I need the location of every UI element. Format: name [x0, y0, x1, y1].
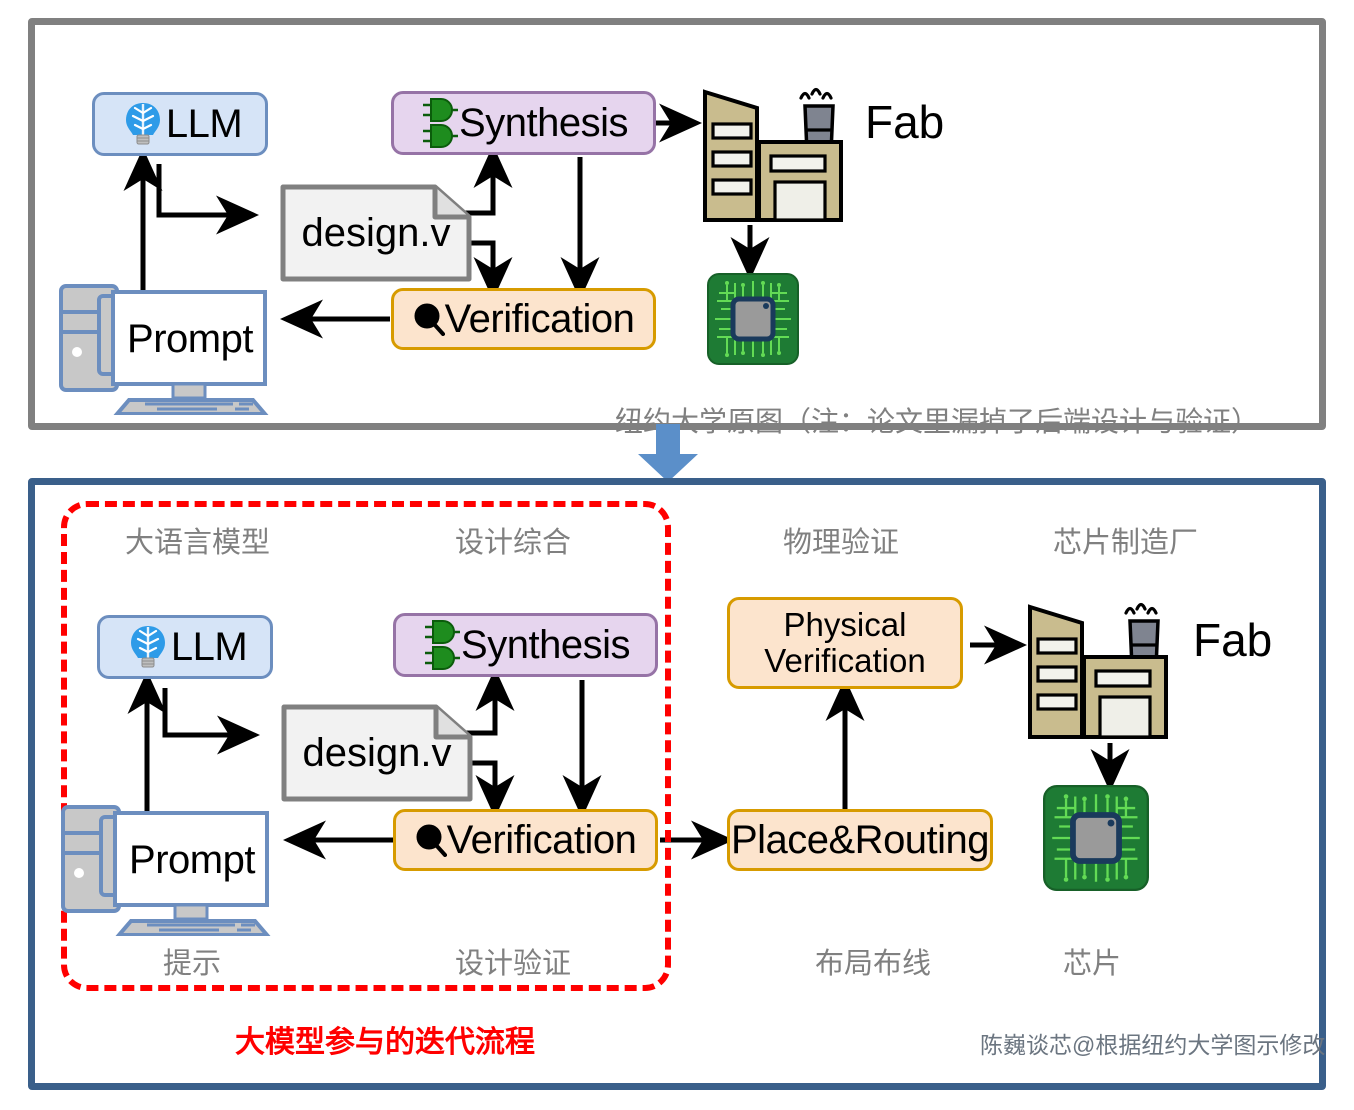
node-fab-label-top: Fab: [865, 96, 945, 148]
node-chip-bottom: [1043, 785, 1149, 891]
brain-lightbulb-icon: [124, 101, 162, 147]
logic-gate-icon: [421, 618, 461, 672]
original-diagram-panel: LLM Synthesis design.v Verification Prom…: [28, 18, 1326, 437]
node-synthesis-top[interactable]: Synthesis: [391, 91, 656, 155]
stage-label-synthesis: 设计综合: [455, 527, 572, 559]
stage-label-prompt: 提示: [163, 948, 222, 980]
logic-gate-icon: [419, 96, 459, 150]
node-place-routing-label: Place&Routing: [730, 818, 990, 862]
stage-label-verification: 设计验证: [455, 948, 572, 980]
node-verification-label: Verification: [446, 818, 637, 862]
node-verification-top[interactable]: Verification: [391, 288, 656, 350]
node-synthesis-label: Synthesis: [461, 623, 630, 667]
credit-text: 陈巍谈芯@根据纽约大学图示修改: [980, 1032, 1326, 1058]
node-llm-label: LLM: [170, 625, 248, 669]
stage-label-physical-verification: 物理验证: [783, 527, 900, 559]
node-synthesis-bottom[interactable]: Synthesis: [393, 613, 658, 677]
node-fab-label-bottom: Fab: [1193, 614, 1273, 666]
node-design-file-label: design.v: [302, 730, 452, 775]
node-prompt-label: Prompt: [129, 838, 255, 882]
node-place-routing[interactable]: Place&Routing: [727, 809, 993, 871]
node-llm-bottom[interactable]: LLM: [97, 615, 273, 679]
node-prompt-label: Prompt: [127, 317, 253, 361]
node-synthesis-label: Synthesis: [459, 101, 628, 145]
diagram-canvas: LLM Synthesis design.v Verification Prom…: [0, 0, 1354, 1110]
node-design-file-bottom[interactable]: design.v: [281, 704, 473, 802]
magnifier-icon: [413, 302, 445, 336]
stage-label-chip: 芯片: [1063, 948, 1122, 980]
node-verification-label: Verification: [444, 297, 635, 341]
node-physical-verification-label-line2: Verification: [764, 642, 926, 679]
iterative-flow-caption: 大模型参与的迭代流程: [235, 1026, 535, 1059]
node-design-file-top[interactable]: design.v: [280, 184, 472, 282]
node-llm-label: LLM: [165, 102, 243, 146]
modified-diagram-panel: 大语言模型 设计综合 物理验证 芯片制造厂 LLM Synthesis desi…: [28, 478, 1326, 1090]
node-fab-bottom[interactable]: [1020, 585, 1190, 743]
stage-label-fab: 芯片制造厂: [1053, 527, 1199, 559]
node-fab-top[interactable]: [695, 70, 865, 225]
original-diagram-caption: 纽约大学原图（注：论文里漏掉了后端设计与验证）: [615, 406, 1260, 437]
node-prompt-bottom[interactable]: Prompt: [59, 801, 287, 936]
node-physical-verification-label-line1: Physical: [783, 606, 907, 644]
down-arrow-icon: [632, 424, 704, 484]
node-verification-bottom[interactable]: Verification: [393, 809, 658, 871]
node-physical-verification[interactable]: Physical Verification: [727, 597, 963, 689]
node-design-file-label: design.v: [301, 210, 451, 255]
stage-label-llm: 大语言模型: [125, 527, 271, 559]
node-chip-top: [707, 273, 799, 365]
node-llm-top[interactable]: LLM: [92, 92, 268, 156]
node-prompt-top[interactable]: Prompt: [57, 280, 285, 415]
brain-lightbulb-icon: [129, 624, 167, 670]
magnifier-icon: [415, 823, 447, 857]
stage-label-place-routing: 布局布线: [815, 948, 932, 980]
